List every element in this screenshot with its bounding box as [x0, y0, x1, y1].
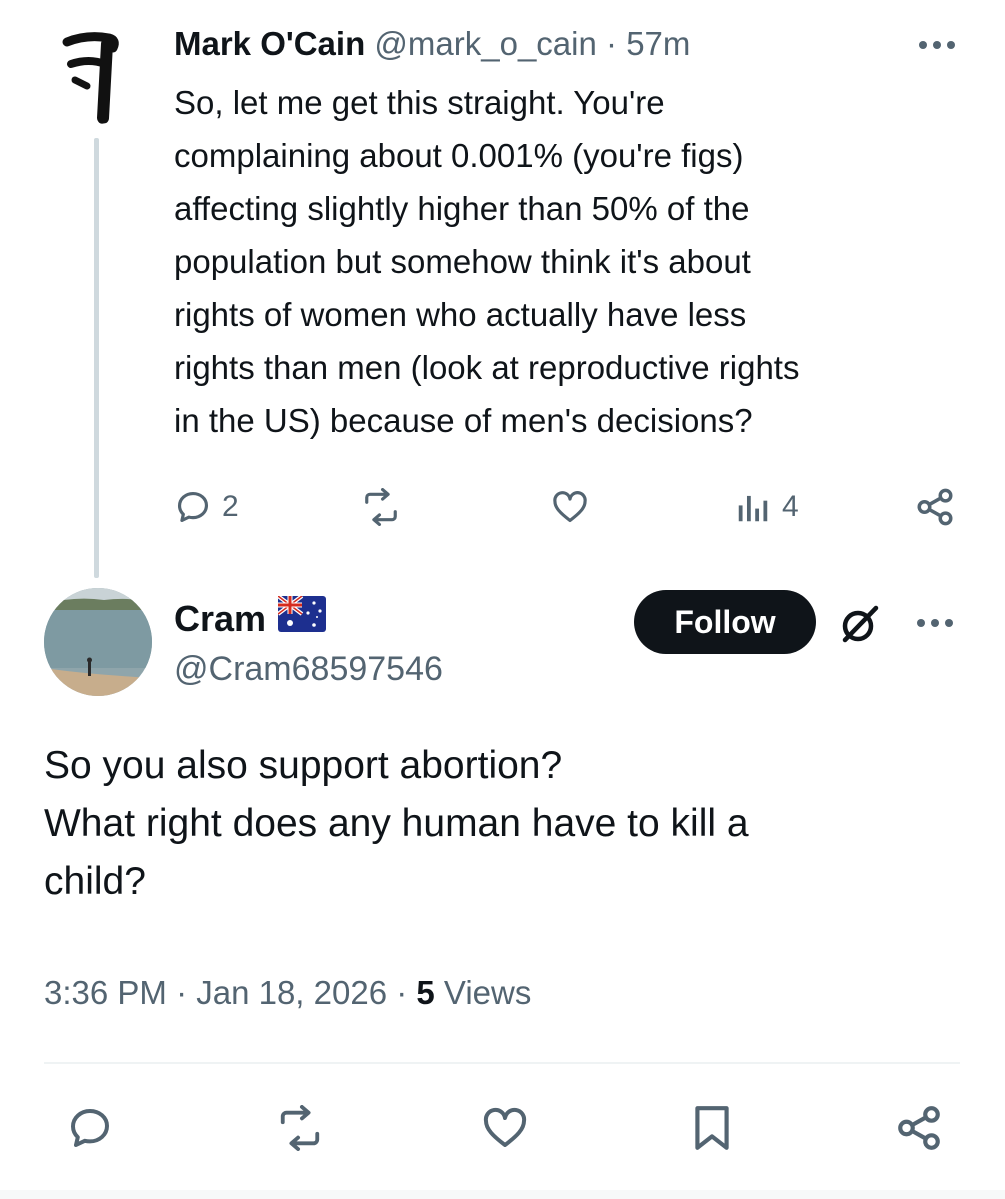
follow-button[interactable]: Follow [634, 590, 816, 654]
bottom-edge [0, 1190, 1005, 1199]
parent-views-button[interactable]: 4 [734, 482, 799, 532]
cram-name-row: Cram [174, 594, 327, 641]
parent-more-options-icon[interactable] [915, 30, 959, 60]
main-repost-button[interactable] [272, 1100, 328, 1156]
views-label[interactable]: Views [435, 974, 531, 1011]
cram-more-options-icon[interactable] [913, 608, 957, 638]
cram-handle[interactable]: @Cram68597546 [174, 648, 443, 690]
lake-photo-avatar-icon [44, 588, 152, 696]
tweet-meta-row: 3:36 PM · Jan 18, 2026 · 5 Views [44, 968, 531, 1018]
separator-dot: · [606, 25, 618, 62]
reply-icon [177, 491, 209, 523]
share-icon [898, 1106, 940, 1150]
parent-tweet-header: Mark O'Cain @mark_o_cain · 57m [174, 24, 690, 64]
thread-connector-line [94, 138, 99, 578]
parent-tweet-text: So, let me get this straight. You're com… [174, 84, 800, 439]
main-bookmark-button[interactable] [690, 1100, 734, 1156]
parent-handle[interactable]: @mark_o_cain [374, 25, 596, 62]
parent-repost-button[interactable] [358, 482, 404, 532]
parent-reply-button[interactable]: 2 [174, 482, 239, 532]
parent-time[interactable]: 57m [626, 25, 690, 62]
avatar-cram[interactable] [44, 588, 152, 696]
main-reply-button[interactable] [66, 1100, 114, 1156]
parent-action-bar: 2 4 [174, 482, 974, 532]
parent-view-count: 4 [782, 490, 799, 523]
parent-like-button[interactable] [550, 482, 590, 532]
parent-display-name[interactable]: Mark O'Cain [174, 25, 365, 62]
tweet-timestamp[interactable]: 3:36 PM · Jan 18, 2026 · [44, 974, 416, 1011]
main-like-button[interactable] [480, 1100, 530, 1156]
main-action-bar [44, 1100, 964, 1156]
grok-icon[interactable] [836, 600, 884, 648]
share-icon [917, 488, 953, 526]
heart-icon [483, 1107, 527, 1147]
views-count[interactable]: 5 [416, 974, 434, 1011]
reply-icon [71, 1109, 109, 1147]
heart-icon [553, 491, 587, 523]
bookmark-icon [695, 1106, 729, 1150]
australia-flag-icon [276, 594, 327, 641]
parent-share-button[interactable] [914, 482, 956, 532]
main-tweet-text: So you also support abortion? What right… [44, 744, 749, 903]
repost-icon [365, 488, 397, 526]
parent-reply-count: 2 [222, 490, 239, 523]
analytics-icon [738, 495, 768, 522]
cram-display-name[interactable]: Cram [174, 598, 266, 640]
avatar-mark-ocain[interactable] [47, 20, 147, 124]
repost-icon [280, 1105, 320, 1151]
calligraphy-avatar-icon [47, 20, 147, 124]
main-share-button[interactable] [894, 1100, 944, 1156]
divider [44, 1062, 960, 1064]
